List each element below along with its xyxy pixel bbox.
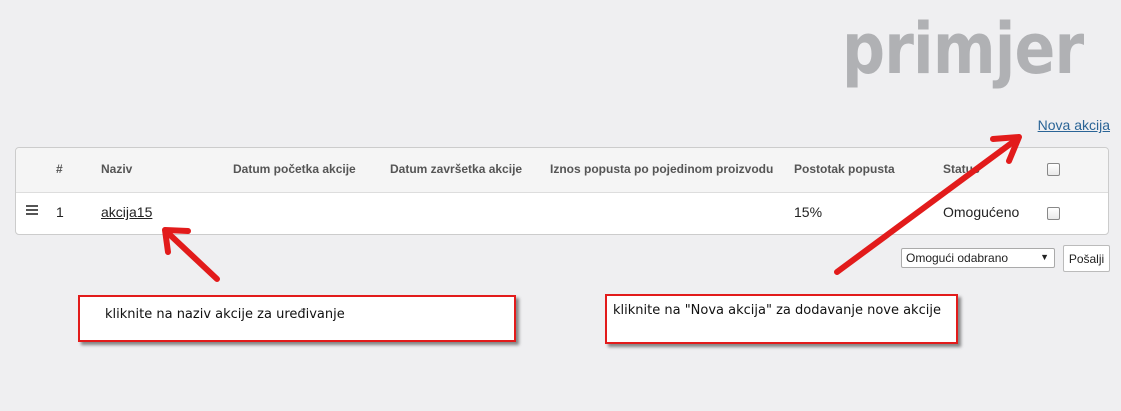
table-header: # Naziv Datum početka akcije Datum završ… [16, 148, 1108, 193]
col-discount-amount: Iznos popusta po pojedinom proizvodu [550, 162, 774, 176]
caret-down-icon: ▼ [1040, 252, 1049, 262]
callout-new-hint: kliknite na "Nova akcija" za dodavanje n… [605, 294, 958, 344]
new-action-link[interactable]: Nova akcija [1038, 117, 1110, 133]
col-start-date: Datum početka akcije [233, 162, 356, 176]
table-row: 1 akcija15 15% Omogućeno [16, 192, 1108, 235]
col-number: # [56, 162, 63, 176]
bulk-action-selected: Omogući odabrano [906, 251, 1009, 265]
col-discount-percent: Postotak popusta [794, 162, 895, 176]
col-end-date: Datum završetka akcije [390, 162, 523, 176]
submit-button[interactable]: Pošalji [1063, 245, 1110, 272]
select-all-checkbox[interactable] [1047, 163, 1060, 176]
watermark-title: primjer [842, 8, 1084, 90]
row-number: 1 [56, 204, 64, 220]
row-discount-percent: 15% [794, 204, 823, 220]
action-name-link[interactable]: akcija15 [101, 204, 152, 220]
col-name: Naziv [101, 162, 133, 176]
drag-handle-icon[interactable] [26, 205, 38, 217]
col-status: Status [943, 162, 980, 176]
row-status: Omogućeno [943, 204, 1020, 220]
callout-edit-hint: kliknite na naziv akcije za uređivanje [78, 295, 516, 342]
row-checkbox[interactable] [1047, 207, 1060, 220]
arrow-to-name-icon [162, 227, 220, 282]
actions-table: # Naziv Datum početka akcije Datum završ… [15, 147, 1109, 235]
bulk-action-select[interactable]: Omogući odabrano ▼ [901, 248, 1055, 268]
